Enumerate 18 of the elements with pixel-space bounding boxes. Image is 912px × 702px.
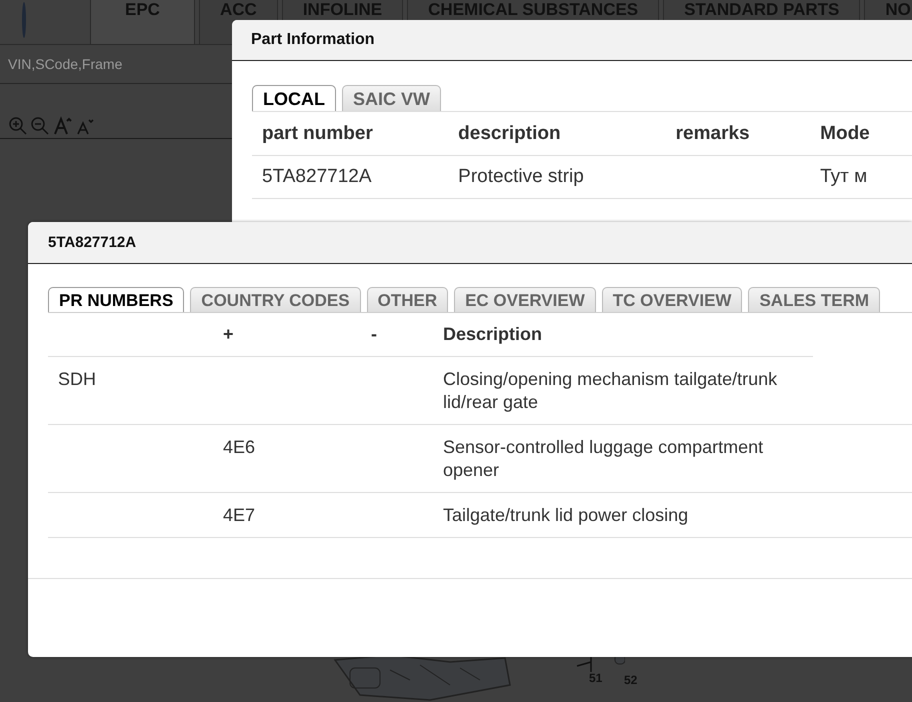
column-header: Description xyxy=(443,324,542,344)
table-cell: 5TA827712A xyxy=(262,166,372,187)
dialog-title: Part Information xyxy=(232,20,912,61)
dialog-title: 5TA827712A xyxy=(28,222,912,264)
table-cell: Тут м xyxy=(820,166,868,187)
table-cell-text: Sensor-controlled luggage compartment opener xyxy=(443,436,764,482)
column-header: part number xyxy=(262,123,373,144)
table-cell-text: Closing/opening mechanism tailgate/trunk lid/rear gate xyxy=(443,368,778,414)
table-cell: 4E7 xyxy=(223,505,256,525)
table-cell: Tailgate/trunk lid power closing xyxy=(443,504,688,527)
table-cell: 4E6 xyxy=(223,437,256,457)
table-cell: SDH xyxy=(58,369,96,389)
column-header: Mode xyxy=(820,123,870,144)
column-header: - xyxy=(371,324,377,344)
table-cell: Protective strip xyxy=(458,166,584,187)
column-header: description xyxy=(458,123,561,144)
column-header: remarks xyxy=(676,123,750,144)
column-header: + xyxy=(223,324,234,344)
